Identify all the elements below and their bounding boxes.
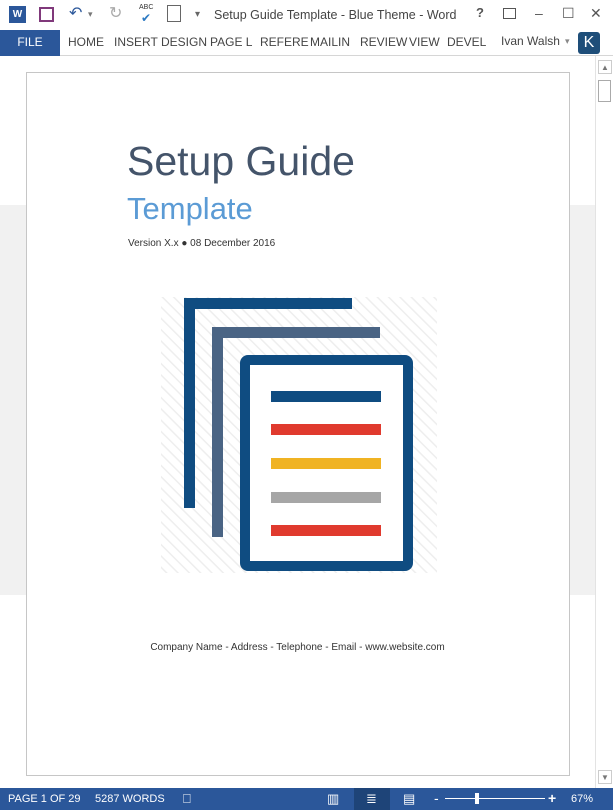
status-bar: PAGE 1 OF 29 5287 WORDS ⎕ ▥ ≣ ▤ - + 67%	[0, 788, 613, 810]
print-layout-icon: ≣	[366, 791, 377, 806]
document-illustration	[161, 297, 437, 573]
web-layout-icon[interactable]: ▤	[403, 791, 415, 807]
line-red-2	[271, 525, 381, 536]
proofing-icon[interactable]: ⎕	[183, 791, 191, 807]
page-count[interactable]: PAGE 1 OF 29	[8, 793, 81, 805]
line-blue	[271, 391, 381, 402]
zoom-in-button[interactable]: +	[548, 790, 556, 806]
line-yellow	[271, 458, 381, 469]
zoom-out-button[interactable]: -	[434, 790, 439, 806]
line-grey	[271, 492, 381, 503]
zoom-slider-thumb[interactable]	[475, 793, 479, 804]
read-mode-icon[interactable]: ▥	[327, 791, 339, 807]
line-red	[271, 424, 381, 435]
zoom-level[interactable]: 67%	[571, 793, 593, 805]
word-count[interactable]: 5287 WORDS	[95, 793, 165, 805]
company-footer: Company Name - Address - Telephone - Ema…	[150, 642, 445, 653]
zoom-slider[interactable]	[445, 798, 545, 799]
